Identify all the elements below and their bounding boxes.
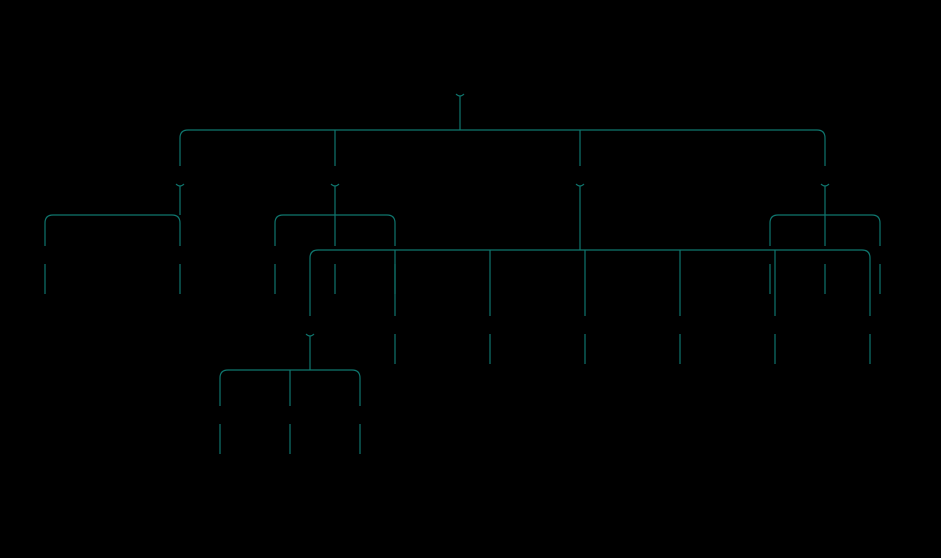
connector xyxy=(45,184,184,246)
connector xyxy=(310,184,870,316)
connector xyxy=(770,184,880,246)
tree-diagram xyxy=(0,0,941,558)
connector xyxy=(275,184,395,246)
connector xyxy=(220,334,360,406)
connector xyxy=(180,94,825,166)
